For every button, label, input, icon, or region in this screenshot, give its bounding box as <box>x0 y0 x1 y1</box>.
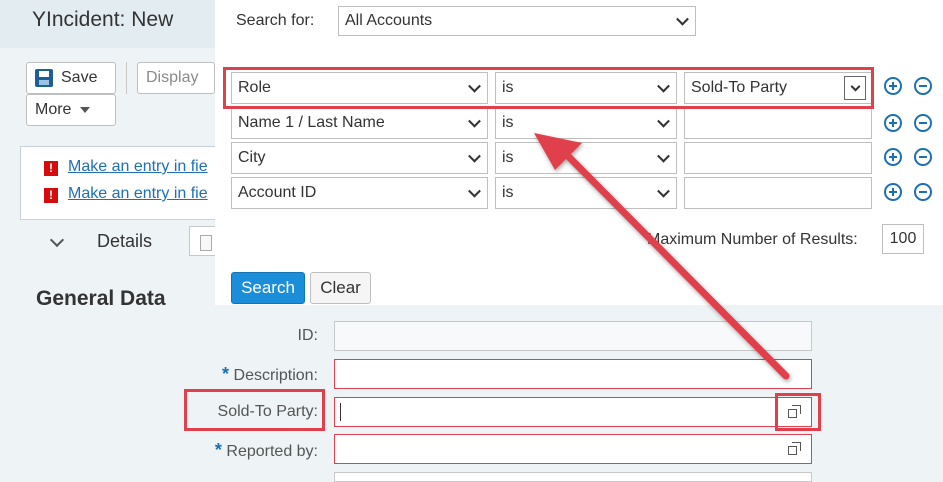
annotation-arrow <box>534 133 790 380</box>
